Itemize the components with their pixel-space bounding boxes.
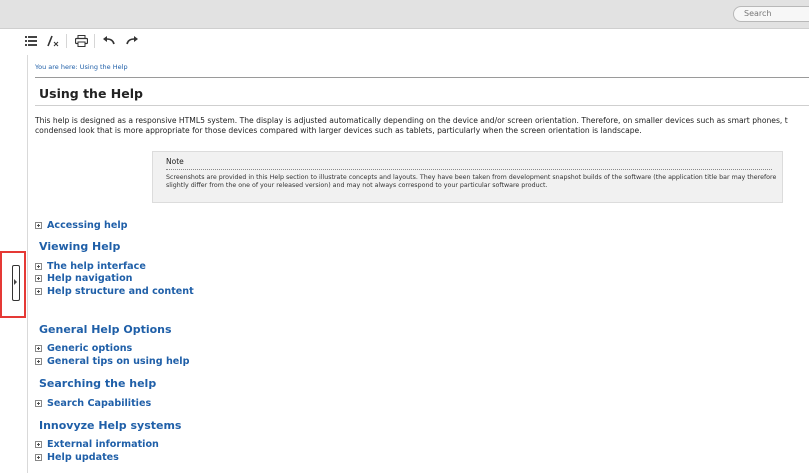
section-heading-innovyze: Innovyze Help systems: [39, 419, 182, 432]
expand-plus-icon: [35, 357, 42, 365]
print-icon[interactable]: [73, 33, 90, 49]
toggle-help-updates[interactable]: Help updates: [35, 451, 119, 463]
sidebar-expand-button[interactable]: [0, 251, 26, 318]
section-heading-searching: Searching the help: [39, 377, 157, 390]
forward-icon[interactable]: [123, 33, 140, 49]
toggle-label: Accessing help: [47, 219, 128, 231]
section-heading-viewing-help: Viewing Help: [39, 240, 121, 253]
toolbar-separator: [94, 34, 95, 48]
expand-plus-icon: [35, 453, 42, 461]
expand-plus-icon: [35, 221, 42, 229]
chevron-right-icon: [12, 265, 20, 301]
expand-plus-icon: [35, 399, 42, 407]
expand-plus-icon: [35, 344, 42, 352]
toggle-label: The help interface: [47, 260, 146, 272]
intro-line: This help is designed as a responsive HT…: [35, 116, 788, 125]
breadcrumb[interactable]: You are here: Using the Help: [35, 63, 128, 71]
clear-highlight-icon[interactable]: [44, 33, 61, 49]
toolbar: [0, 29, 809, 53]
toggle-external-information[interactable]: External information: [35, 438, 159, 450]
divider: [35, 105, 809, 106]
expand-plus-icon: [35, 287, 42, 295]
toggle-help-interface[interactable]: The help interface: [35, 260, 146, 272]
toggle-generic-options[interactable]: Generic options: [35, 342, 132, 354]
search-input[interactable]: Search: [733, 6, 809, 22]
sidebar-divider: [27, 55, 28, 473]
toggle-label: Help updates: [47, 451, 119, 463]
toggle-label: Generic options: [47, 342, 133, 354]
toolbar-separator: [66, 34, 67, 48]
toggle-search-capabilities[interactable]: Search Capabilities: [35, 397, 151, 409]
toc-icon[interactable]: [22, 33, 39, 49]
expand-plus-icon: [35, 440, 42, 448]
section-heading-general-options: General Help Options: [39, 323, 172, 336]
intro-paragraph: This help is designed as a responsive HT…: [35, 116, 809, 136]
toggle-label: External information: [47, 438, 159, 450]
expand-plus-icon: [35, 262, 42, 270]
divider: [35, 77, 809, 78]
top-bar: Search: [0, 0, 809, 29]
note-box: Note Screenshots are provided in this He…: [152, 151, 783, 203]
page-title: Using the Help: [39, 86, 143, 101]
toggle-help-structure[interactable]: Help structure and content: [35, 285, 194, 297]
toggle-accessing-help[interactable]: Accessing help: [35, 219, 128, 231]
note-divider: [166, 169, 772, 170]
toggle-label: Help structure and content: [47, 285, 194, 297]
note-title: Note: [166, 157, 184, 166]
intro-line: condensed look that is more appropriate …: [35, 126, 642, 135]
expand-plus-icon: [35, 274, 42, 282]
toggle-general-tips[interactable]: General tips on using help: [35, 355, 189, 367]
toggle-label: Search Capabilities: [47, 397, 152, 409]
toggle-help-navigation[interactable]: Help navigation: [35, 272, 133, 284]
toggle-label: Help navigation: [47, 272, 133, 284]
note-text: Screenshots are provided in this Help se…: [166, 174, 777, 189]
back-icon[interactable]: [100, 33, 117, 49]
toggle-label: General tips on using help: [47, 355, 190, 367]
